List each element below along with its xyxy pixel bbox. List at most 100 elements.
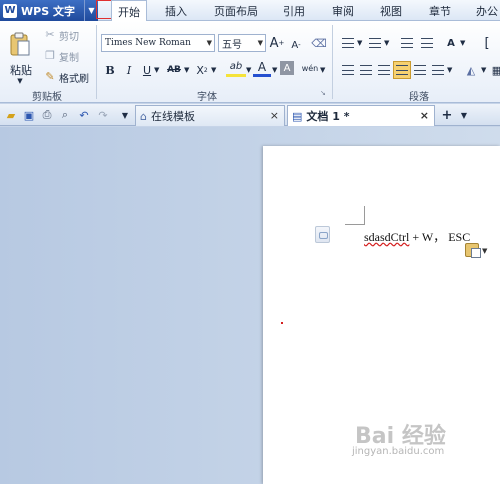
shrink-font-button[interactable]: A- (287, 36, 305, 54)
align-center-icon (360, 65, 372, 75)
shading-dropdown-icon[interactable]: ▼ (481, 66, 486, 74)
tab-page-layout[interactable]: 页面布局 (214, 0, 258, 21)
wps-app-menu-button[interactable]: W WPS 文字 ▼ (0, 0, 98, 21)
numbered-list-button[interactable] (366, 34, 384, 52)
font-size-value: 五号 (222, 39, 242, 51)
border-icon: ▦ (491, 63, 500, 77)
open-button[interactable]: ▰ (2, 106, 20, 124)
superscript-button[interactable]: X2 (193, 61, 211, 79)
italic-button[interactable]: I (120, 61, 138, 79)
strikethrough-button[interactable]: AB (163, 61, 185, 79)
cut-button[interactable]: 剪切 (59, 28, 79, 43)
tab-office[interactable]: 办公 (476, 0, 498, 21)
align-center-button[interactable] (357, 61, 375, 79)
phonetic-dropdown-icon[interactable]: ▼ (320, 66, 325, 74)
tab-document-1[interactable]: ▤ 文档 1 * × (287, 105, 435, 126)
close-icon[interactable]: × (420, 109, 429, 122)
underline-dropdown-icon[interactable]: ▼ (154, 66, 159, 74)
bullet-dropdown-icon[interactable]: ▼ (357, 39, 362, 47)
ribbon-divider (332, 25, 333, 99)
justify-button[interactable] (393, 61, 411, 79)
tab-references[interactable]: 引用 (283, 0, 305, 21)
customize-qat-button[interactable]: ▼ (116, 106, 134, 124)
highlight-dropdown-icon[interactable]: ▼ (246, 66, 251, 74)
save-button[interactable]: ▣ (20, 106, 38, 124)
document-text-rest: + W， ESC (412, 230, 471, 244)
print-button[interactable]: ⎙ (38, 106, 56, 124)
folder-icon: ▰ (6, 108, 16, 122)
redo-icon: ↷ (98, 108, 108, 122)
chevron-down-icon: ▼ (257, 39, 263, 47)
font-size-select[interactable]: 五号 ▼ (218, 34, 266, 52)
tab-review[interactable]: 审阅 (332, 0, 354, 21)
chevron-down-icon: ▼ (206, 39, 212, 47)
distributed-align-button[interactable] (411, 61, 429, 79)
tab-label: 在线模板 (150, 110, 195, 123)
tab-chapter[interactable]: 章节 (429, 0, 451, 21)
cursor-mark (281, 322, 283, 324)
format-painter-button[interactable]: 格式刷 (59, 70, 89, 85)
font-dialog-launcher-icon[interactable]: ↘ (320, 89, 326, 97)
char-shading-button[interactable]: A (280, 61, 294, 75)
superscript-icon: X (196, 63, 204, 77)
align-left-icon (342, 65, 354, 75)
text-direction-icon: A (447, 37, 455, 49)
title-menu-bar: W WPS 文字 ▼ 开始 插入 页面布局 引用 审阅 视图 章节 办公 (0, 0, 500, 22)
print-preview-button[interactable]: ⌕ (56, 106, 74, 124)
margin-corner-mark (364, 206, 365, 225)
increase-indent-button[interactable] (418, 34, 436, 52)
text-frame-icon (315, 226, 330, 243)
eraser-icon: ⌫ (311, 36, 327, 50)
bold-button[interactable]: B (101, 61, 119, 79)
bullet-list-button[interactable] (339, 34, 357, 52)
font-color-button[interactable]: A (253, 59, 271, 77)
highlight-button[interactable]: ab (226, 59, 246, 77)
outdent-icon (401, 38, 413, 48)
paint-bucket-icon: ◭ (466, 63, 476, 77)
shading-button[interactable]: ◭ (462, 61, 480, 79)
text-direction-dropdown-icon[interactable]: ▼ (460, 39, 465, 47)
chevron-down-icon[interactable]: ▼ (482, 247, 487, 255)
redo-button[interactable]: ↷ (94, 106, 112, 124)
line-spacing-icon (432, 65, 444, 75)
indent-icon (421, 38, 433, 48)
paste-dropdown-icon[interactable]: ▼ (10, 77, 30, 85)
spelling-error-text: sdasdCtrl (364, 230, 410, 244)
bracket-button[interactable]: [ (478, 34, 496, 52)
borders-button[interactable]: ▦ (488, 61, 500, 79)
template-icon: ⌂ (140, 109, 147, 123)
text-direction-button[interactable]: A (442, 34, 460, 52)
phonetic-guide-button[interactable]: wén (298, 59, 322, 77)
ribbon-toolbar: 粘贴 ▼ ✂ 剪切 ❐ 复制 ✎ 格式刷 剪贴板 Times New Roman… (0, 21, 500, 103)
save-icon: ▣ (23, 108, 35, 122)
paste-button[interactable] (8, 31, 32, 59)
close-icon[interactable]: × (270, 109, 279, 122)
decrease-indent-button[interactable] (398, 34, 416, 52)
tab-list-button[interactable]: ▼ (455, 106, 473, 124)
copy-button[interactable]: 复制 (59, 49, 79, 64)
tab-view[interactable]: 视图 (380, 0, 402, 21)
strike-dropdown-icon[interactable]: ▼ (184, 66, 189, 74)
new-tab-button[interactable]: + (438, 106, 456, 124)
margin-corner-mark (345, 224, 365, 225)
paste-options-icon[interactable] (465, 243, 481, 258)
tab-insert[interactable]: 插入 (165, 0, 187, 21)
ribbon-divider (96, 25, 97, 99)
line-spacing-dropdown-icon[interactable]: ▼ (447, 66, 452, 74)
bullet-list-icon (342, 38, 354, 48)
format-painter-icon: ✎ (45, 69, 55, 83)
grow-font-button[interactable]: A + (268, 34, 286, 52)
numbered-dropdown-icon[interactable]: ▼ (384, 39, 389, 47)
undo-button[interactable]: ↶ (75, 106, 93, 124)
document-text[interactable]: sdasdCtrl + W， ESC (364, 228, 470, 245)
font-color-dropdown-icon[interactable]: ▼ (272, 66, 277, 74)
tab-online-templates[interactable]: ⌂ 在线模板 × (135, 105, 285, 126)
align-left-button[interactable] (339, 61, 357, 79)
font-name-select[interactable]: Times New Roman ▼ (101, 34, 215, 52)
font-group-label: 字体 (197, 92, 217, 103)
superscript-dropdown-icon[interactable]: ▼ (211, 66, 216, 74)
tab-home[interactable]: 开始 (111, 0, 147, 22)
line-spacing-button[interactable] (429, 61, 447, 79)
align-right-button[interactable] (375, 61, 393, 79)
clear-format-button[interactable]: ⌫ (310, 34, 328, 52)
